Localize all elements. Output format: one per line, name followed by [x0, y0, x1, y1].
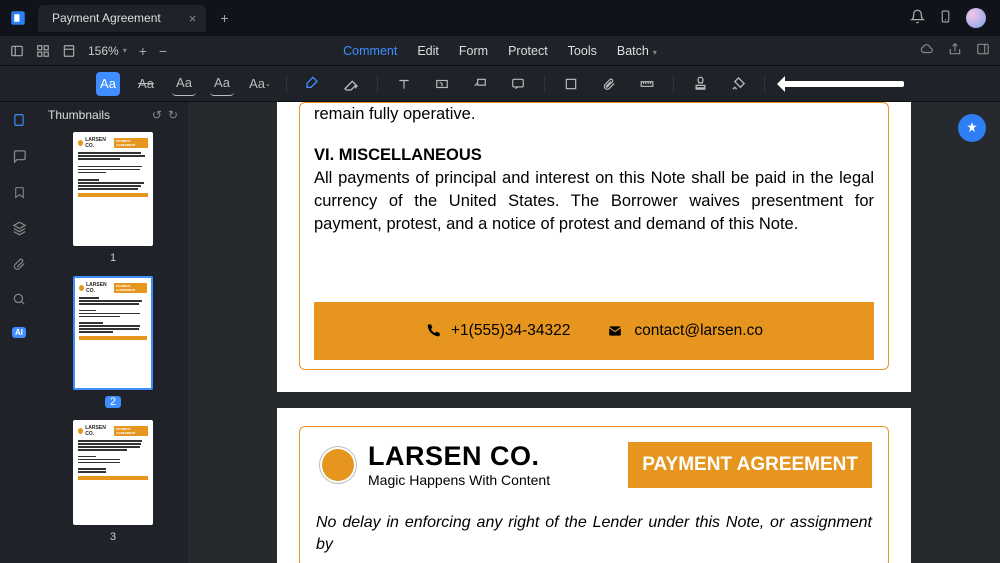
comment-toolbar: Aa Aa Aa Aa Aa⌄	[0, 66, 1000, 102]
note-tool[interactable]	[506, 72, 530, 96]
marker-tool[interactable]	[301, 72, 325, 96]
company-name: LARSEN CO.	[368, 441, 550, 472]
stamp-tool[interactable]	[688, 72, 712, 96]
toolbar-divider	[377, 75, 378, 93]
thumbnails-rail-icon[interactable]	[12, 112, 26, 131]
zoom-in-button[interactable]: +	[139, 43, 147, 59]
viewbar: 156%▾ + − Comment Edit Form Protect Tool…	[0, 36, 1000, 66]
page3-paragraph: No delay in enforcing any right of the L…	[316, 512, 872, 557]
underline-tool[interactable]: Aa	[172, 72, 196, 96]
menu-tools[interactable]: Tools	[568, 44, 597, 58]
email-address: contact@larsen.co	[634, 322, 763, 340]
rotate-right-icon[interactable]: ↻	[168, 108, 178, 122]
sidebar-toggle-icon[interactable]	[10, 44, 24, 58]
squiggly-tool[interactable]: Aa	[210, 72, 234, 96]
toolbar-divider	[673, 75, 674, 93]
grid-view-icon[interactable]	[36, 44, 50, 58]
rect-tool[interactable]	[559, 72, 583, 96]
main-area: AI Thumbnails ↺ ↻ LARSEN CO.PAYMENT AGRE…	[0, 102, 1000, 563]
bookmarks-rail-icon[interactable]	[13, 185, 26, 203]
toolbar-divider	[544, 75, 545, 93]
attachments-rail-icon[interactable]	[12, 257, 26, 274]
comments-rail-icon[interactable]	[12, 149, 27, 167]
company-tagline: Magic Happens With Content	[368, 472, 550, 488]
page-3: LARSEN CO. Magic Happens With Content PA…	[277, 408, 911, 563]
page2-heading-6: VI. MISCELLANEOUS	[314, 146, 482, 164]
page2-paragraph: All payments of principal and interest o…	[314, 167, 874, 236]
menu-protect[interactable]: Protect	[508, 44, 548, 58]
add-tab-button[interactable]: +	[220, 10, 228, 26]
mobile-icon[interactable]	[939, 9, 952, 27]
thumbnails-title: Thumbnails	[48, 108, 110, 122]
titlebar: Payment Agreement × +	[0, 0, 1000, 36]
thumbnails-panel: Thumbnails ↺ ↻ LARSEN CO.PAYMENT AGREEME…	[38, 102, 188, 563]
page-layout-icon[interactable]	[62, 44, 76, 58]
thumbnail-page-1[interactable]: LARSEN CO.PAYMENT AGREEMENT	[73, 132, 153, 246]
rotate-left-icon[interactable]: ↺	[152, 108, 162, 122]
toolbar-divider	[286, 75, 287, 93]
textbox-tool[interactable]	[430, 72, 454, 96]
close-tab-icon[interactable]: ×	[189, 11, 197, 26]
thumbnail-page-2-num: 2	[105, 396, 121, 408]
floating-ai-button[interactable]	[958, 114, 986, 142]
thumbnail-page-3[interactable]: LARSEN CO.PAYMENT AGREEMENT	[73, 420, 153, 525]
zoom-level[interactable]: 156%▾	[88, 44, 127, 58]
layout-icon[interactable]	[976, 42, 990, 59]
thumbnail-page-3-num: 3	[48, 531, 178, 543]
caret-tool[interactable]: Aa⌄	[248, 72, 272, 96]
callout-tool[interactable]	[468, 72, 492, 96]
cloud-icon[interactable]	[919, 42, 934, 59]
thumbnail-page-1-num: 1	[48, 252, 178, 264]
thumbnail-page-2[interactable]: LARSEN CO.PAYMENT AGREEMENT	[73, 276, 153, 390]
document-title-badge: PAYMENT AGREEMENT	[628, 442, 872, 488]
menu-batch[interactable]: Batch▾	[617, 44, 657, 58]
menu-form[interactable]: Form	[459, 44, 488, 58]
share-icon[interactable]	[948, 42, 962, 59]
menu-comment[interactable]: Comment	[343, 44, 397, 58]
tab-title: Payment Agreement	[52, 11, 161, 25]
menu-bar: Comment Edit Form Protect Tools Batch▾	[343, 44, 657, 58]
ai-rail-badge[interactable]: AI	[12, 327, 26, 338]
bell-icon[interactable]	[910, 9, 925, 27]
app-logo-icon	[0, 0, 36, 36]
toolbar-divider	[764, 75, 765, 93]
company-logo-icon	[322, 449, 354, 481]
highlight-tool[interactable]: Aa	[96, 72, 120, 96]
strikethrough-tool[interactable]: Aa	[134, 72, 158, 96]
user-avatar[interactable]	[966, 8, 986, 28]
eraser-tool[interactable]	[339, 72, 363, 96]
attach-tool[interactable]	[597, 72, 621, 96]
left-rail: AI	[0, 102, 38, 563]
viewer[interactable]: remain fully operative. VI. MISCELLANEOU…	[188, 102, 1000, 563]
layers-rail-icon[interactable]	[12, 221, 27, 239]
sign-tool[interactable]	[726, 72, 750, 96]
measure-tool[interactable]	[635, 72, 659, 96]
zoom-out-button[interactable]: −	[159, 43, 167, 59]
page-2: remain fully operative. VI. MISCELLANEOU…	[277, 102, 911, 392]
document-tab[interactable]: Payment Agreement ×	[38, 5, 206, 32]
annotation-arrow-overlay	[779, 81, 904, 87]
phone-number: +1(555)34-34322	[451, 322, 570, 340]
text-tool[interactable]	[392, 72, 416, 96]
search-rail-icon[interactable]	[12, 292, 26, 309]
page2-text-tail: remain fully operative.	[314, 103, 874, 126]
contact-bar: +1(555)34-34322 contact@larsen.co	[314, 302, 874, 360]
menu-edit[interactable]: Edit	[417, 44, 439, 58]
